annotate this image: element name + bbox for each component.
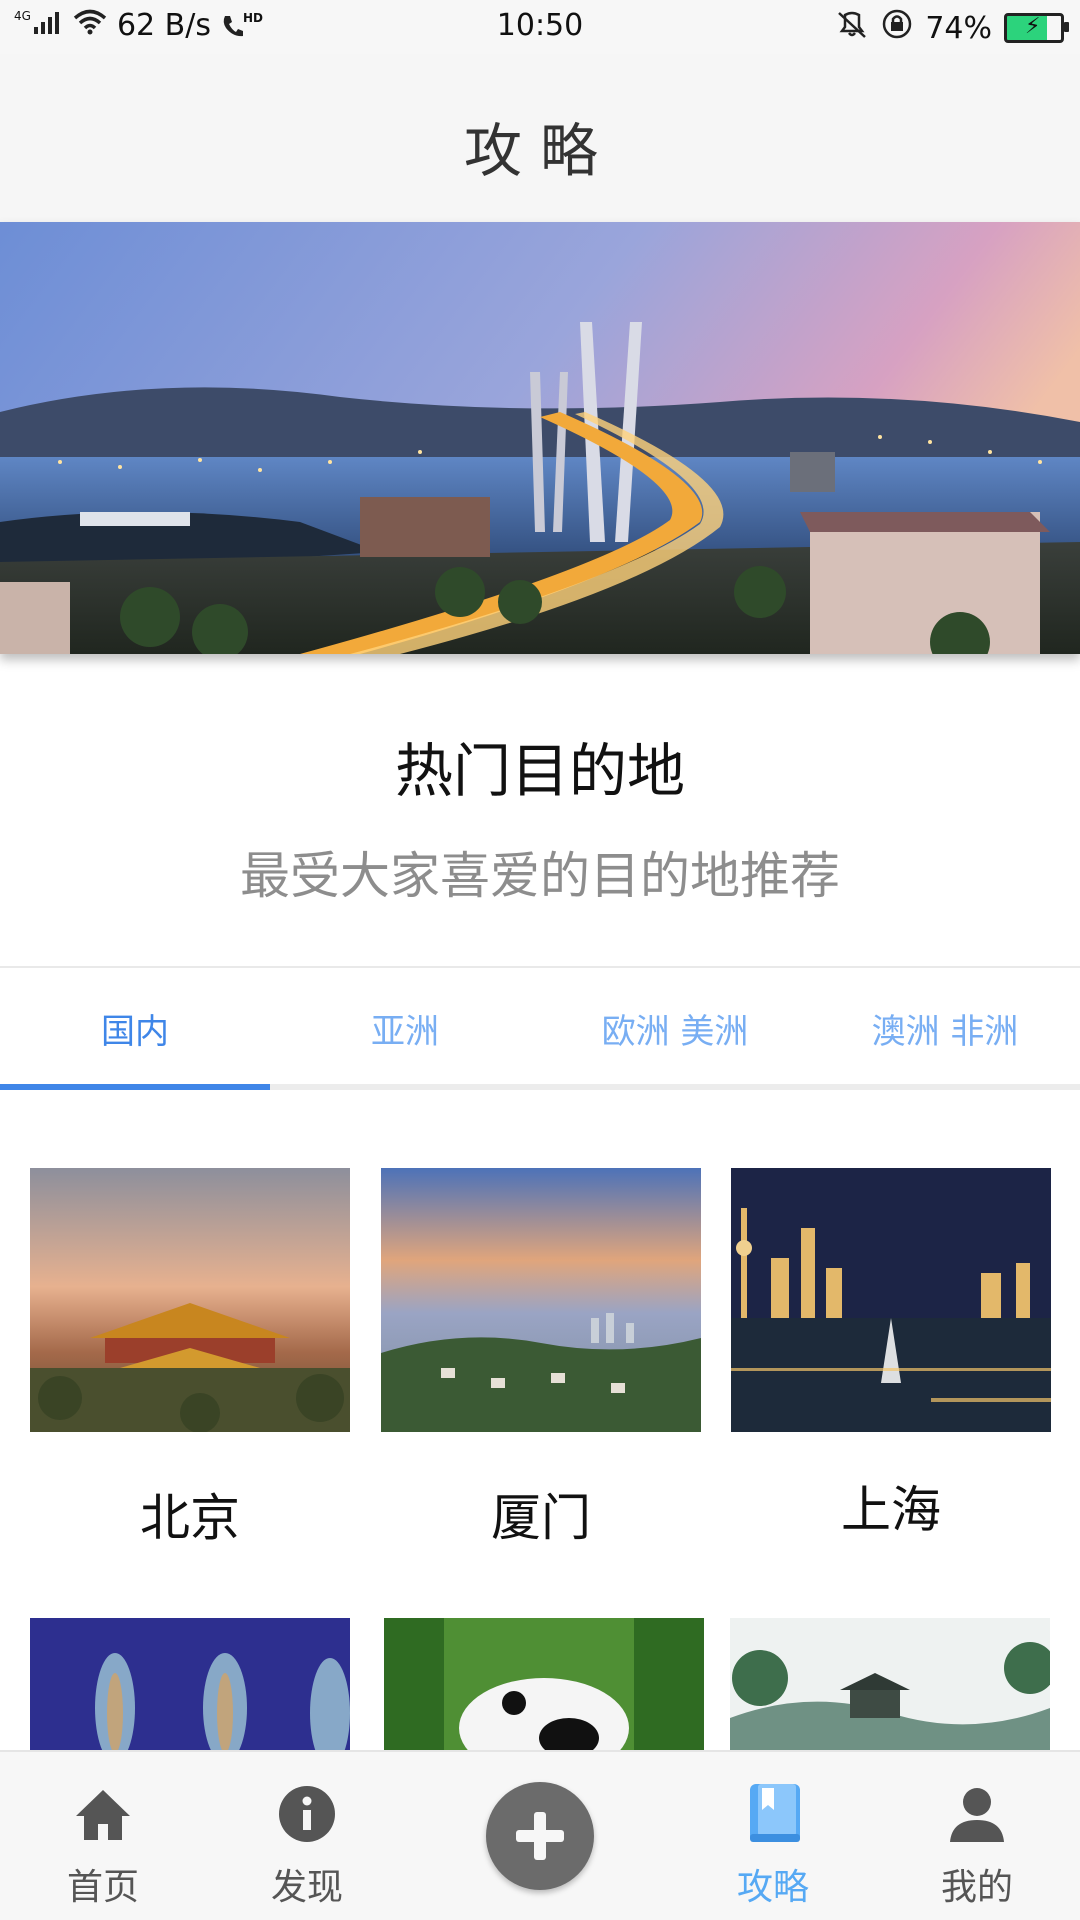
destination-name: 厦门 <box>491 1489 591 1547</box>
tab-asia[interactable]: 亚洲 <box>270 1004 540 1053</box>
battery-icon: ⚡ <box>1004 13 1069 43</box>
tab-active-indicator <box>0 1084 270 1090</box>
nav-label: 我的 <box>940 1867 1013 1908</box>
destination-image <box>30 1168 350 1432</box>
nav-label: 发现 <box>270 1867 343 1908</box>
nav-label: 首页 <box>66 1867 139 1908</box>
nav-mine[interactable]: 我的 <box>892 1752 1062 1920</box>
section-subtitle: 最受大家喜爱的目的地推荐 <box>240 847 840 905</box>
status-bar: 4G 62 B/s HD 10:50 74% ⚡ <box>0 0 1080 54</box>
destination-name: 北京 <box>140 1489 240 1547</box>
hero-image <box>0 222 1080 654</box>
hero-banner[interactable] <box>0 222 1080 654</box>
guide-book-icon <box>750 1784 800 1842</box>
tab-europe-america[interactable]: 欧洲 美洲 <box>540 1004 810 1053</box>
status-right: 74% ⚡ <box>835 8 1069 48</box>
destination-image <box>731 1168 1051 1432</box>
destination-name: 上海 <box>841 1481 941 1539</box>
app-header: 攻略 <box>0 54 1080 222</box>
nav-guide[interactable]: 攻略 <box>688 1752 858 1920</box>
tab-oceania-africa[interactable]: 澳洲 非洲 <box>810 1004 1080 1053</box>
battery-percent: 74% <box>925 10 992 46</box>
destination-image <box>381 1168 701 1432</box>
add-button[interactable] <box>486 1782 594 1890</box>
destination-card-xiamen[interactable]: 厦门 <box>381 1168 701 1547</box>
section-title: 热门目的地 <box>394 737 685 805</box>
app-screen: 4G 62 B/s HD 10:50 74% ⚡ 攻略 热门目的地 最受大家喜爱… <box>0 0 1080 1920</box>
nav-discover[interactable]: 发现 <box>222 1752 392 1920</box>
tab-domestic[interactable]: 国内 <box>0 1004 270 1053</box>
info-icon <box>279 1786 335 1842</box>
rotation-lock-icon <box>881 8 913 48</box>
destination-card-beijing[interactable]: 北京 <box>30 1168 350 1547</box>
region-tabs: 国内 亚洲 欧洲 美洲 澳洲 非洲 <box>0 968 1080 1090</box>
destination-card-shanghai[interactable]: 上海 <box>731 1168 1051 1539</box>
nav-home[interactable]: 首页 <box>18 1752 188 1920</box>
person-icon <box>950 1788 1004 1842</box>
home-icon <box>76 1790 130 1840</box>
page-title: 攻略 <box>463 117 616 185</box>
vibrate-icon <box>835 9 869 47</box>
nav-label: 攻略 <box>736 1867 809 1908</box>
